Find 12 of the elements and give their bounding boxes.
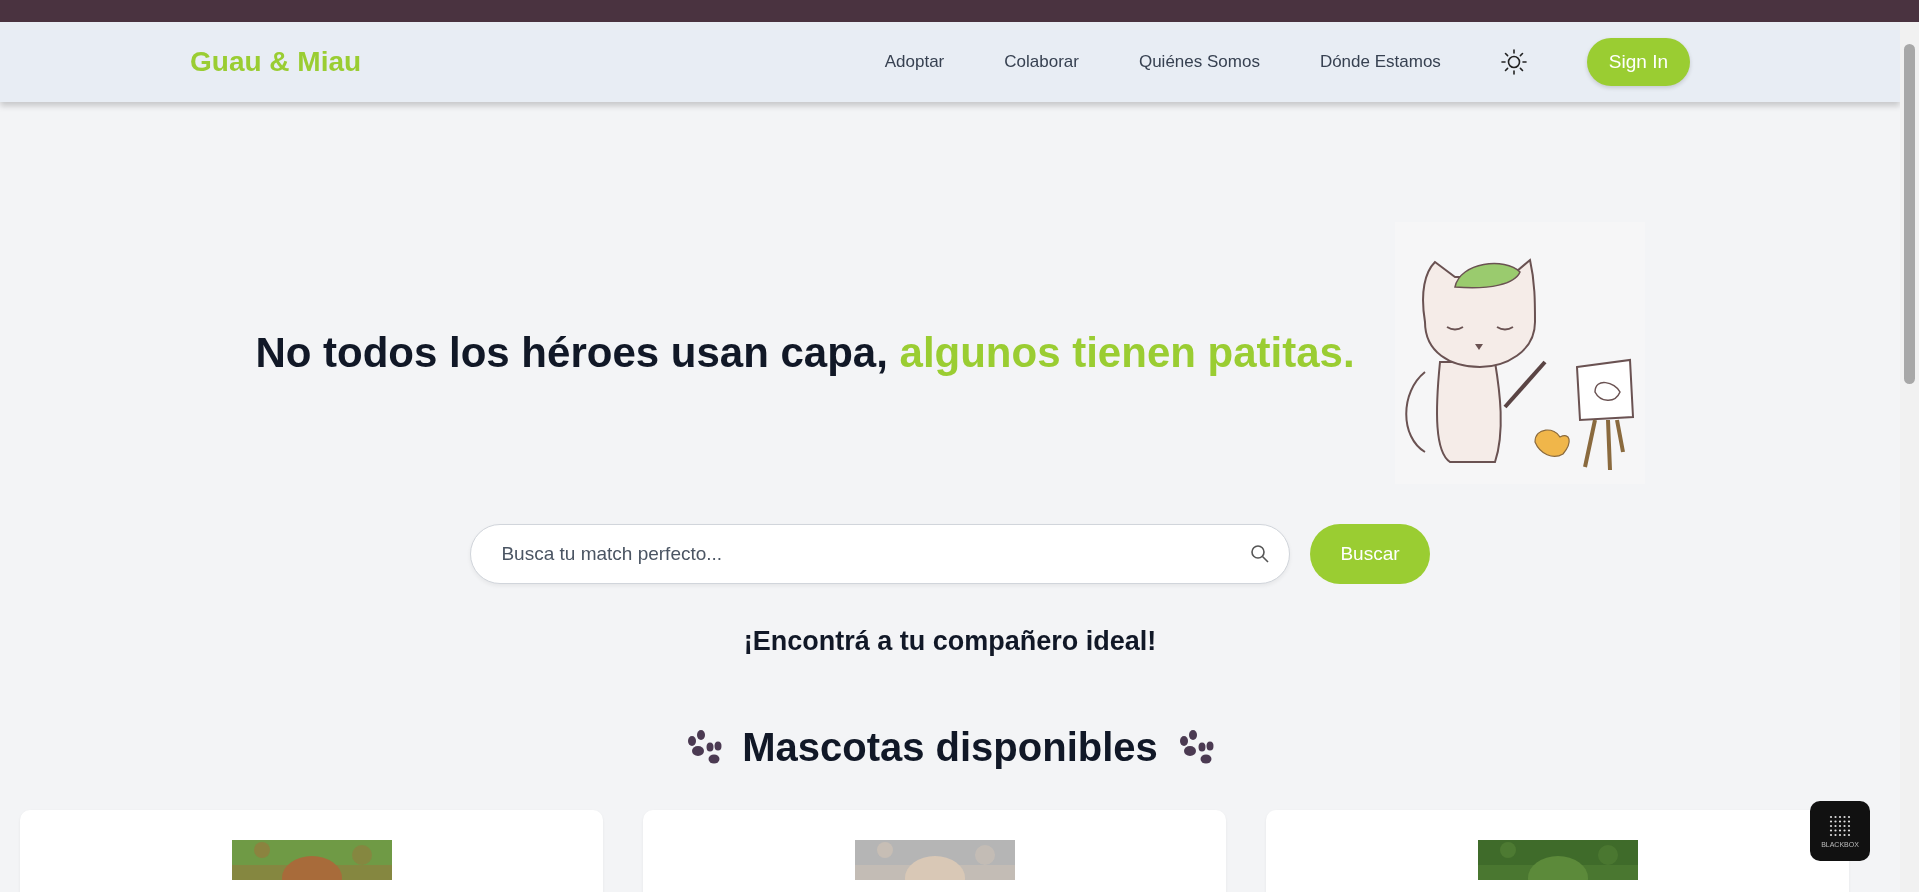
nav-link[interactable]: Adoptar — [884, 52, 945, 72]
dots-icon — [1828, 814, 1852, 838]
hero-headline: No todos los héroes usan capa, algunos tienen patitas. — [255, 329, 1355, 377]
search-icon[interactable] — [1250, 544, 1271, 564]
nav-link[interactable]: Quiénes Somos — [1138, 52, 1260, 72]
nav-link[interactable]: Dónde Estamos — [1319, 52, 1441, 72]
sun-icon[interactable] — [1500, 49, 1527, 75]
scrollbar[interactable] — [1900, 22, 1919, 892]
nav-link[interactable]: Colaborar — [1004, 52, 1079, 72]
search-field[interactable]: Busca tu match perfecto... — [470, 524, 1291, 584]
tagline: ¡Encontrá a tu compañero ideal! — [742, 626, 1158, 657]
section-title: Mascotas disponibles — [742, 725, 1158, 770]
